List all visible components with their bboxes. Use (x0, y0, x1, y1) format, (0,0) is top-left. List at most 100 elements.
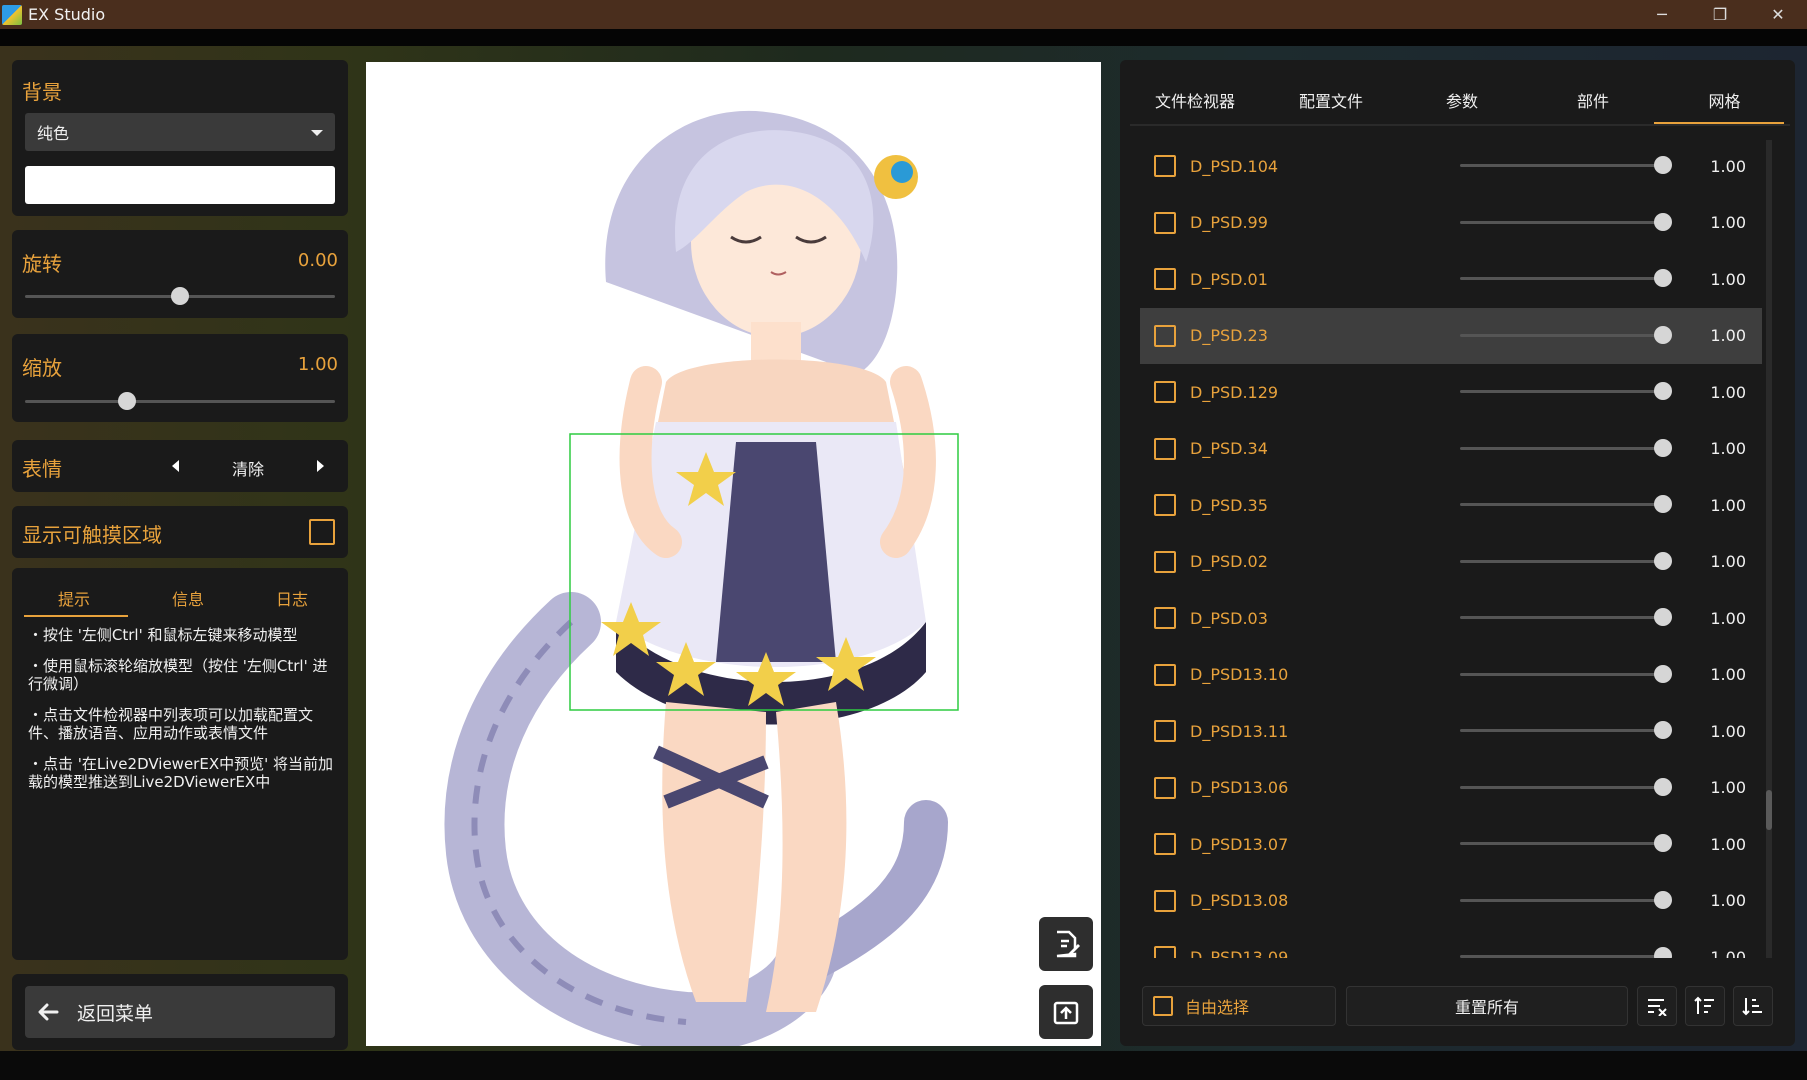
clear-filter-button[interactable] (1637, 986, 1677, 1026)
mesh-opacity-slider-thumb[interactable] (1654, 890, 1672, 909)
edit-document-icon (1056, 930, 1080, 958)
mesh-opacity-slider-thumb[interactable] (1654, 834, 1672, 852)
mesh-row-checkbox[interactable] (1154, 889, 1176, 912)
right-tabs: 文件检视器 配置文件 参数 部件 网格 (1120, 88, 1795, 112)
mesh-opacity-slider-thumb[interactable] (1654, 721, 1672, 739)
mesh-row-checkbox[interactable] (1154, 663, 1176, 686)
mesh-row-checkbox[interactable] (1154, 324, 1176, 347)
edit-config-button[interactable] (1039, 917, 1093, 971)
mesh-row[interactable]: D_PSD13.08 1.00 (1140, 873, 1762, 929)
tab-file-inspector[interactable]: 文件检视器 (1120, 88, 1270, 112)
mesh-row-checkbox[interactable] (1154, 946, 1176, 958)
background-color-picker[interactable] (25, 166, 335, 204)
mesh-opacity-slider-track[interactable] (1460, 446, 1672, 450)
mesh-opacity-slider-track[interactable] (1460, 955, 1672, 958)
mesh-opacity-slider-thumb[interactable] (1654, 156, 1672, 174)
mesh-row[interactable]: D_PSD13.07 1.00 (1140, 816, 1762, 872)
mesh-row[interactable]: D_PSD.34 1.00 (1140, 421, 1762, 477)
mesh-opacity-slider-track[interactable] (1460, 220, 1672, 224)
mesh-opacity-slider-track[interactable] (1460, 164, 1672, 167)
mesh-row-name: D_PSD13.07 (1190, 834, 1289, 854)
mesh-opacity-slider-thumb[interactable] (1654, 212, 1672, 231)
expression-prev-icon[interactable] (172, 460, 179, 472)
expression-next-icon[interactable] (317, 460, 324, 472)
scale-slider-thumb[interactable] (118, 392, 137, 410)
mesh-opacity-slider-track[interactable] (1460, 672, 1672, 676)
mesh-row-checkbox[interactable] (1154, 550, 1176, 573)
mesh-row[interactable]: D_PSD13.06 1.00 (1140, 760, 1762, 816)
back-to-menu-button[interactable]: 返回菜单 (25, 986, 335, 1038)
mesh-opacity-slider-track[interactable] (1460, 390, 1672, 393)
list-scrollbar-thumb[interactable] (1766, 790, 1772, 830)
mesh-row-value: 1.00 (1710, 156, 1746, 176)
tab-params[interactable]: 参数 (1392, 88, 1532, 112)
mesh-opacity-slider-track[interactable] (1460, 729, 1672, 732)
mesh-row-checkbox[interactable] (1154, 720, 1176, 742)
mesh-opacity-slider-thumb[interactable] (1654, 947, 1672, 958)
maximize-button[interactable]: ❐ (1691, 0, 1749, 29)
mesh-opacity-slider-track[interactable] (1460, 333, 1672, 337)
mesh-row[interactable]: D_PSD.35 1.00 (1140, 477, 1762, 533)
model-viewer[interactable] (366, 62, 1101, 1053)
mesh-opacity-slider-thumb[interactable] (1654, 608, 1672, 626)
mesh-row-checkbox[interactable] (1154, 381, 1176, 403)
mesh-opacity-slider-thumb[interactable] (1654, 438, 1672, 457)
scale-slider-track[interactable] (25, 400, 335, 403)
sort-ascending-button[interactable] (1685, 986, 1725, 1026)
back-card: 返回菜单 (12, 974, 348, 1050)
tab-parts[interactable]: 部件 (1532, 88, 1654, 112)
tab-hints[interactable]: 提示 (12, 586, 136, 610)
mesh-row-checkbox[interactable] (1154, 776, 1176, 799)
tab-info[interactable]: 信息 (136, 586, 240, 610)
close-button[interactable]: ✕ (1749, 0, 1807, 29)
title-bar: EX Studio ─ ❐ ✕ (0, 0, 1807, 29)
mesh-opacity-slider-thumb[interactable] (1654, 551, 1672, 570)
push-to-viewer-button[interactable] (1039, 985, 1093, 1039)
mesh-row-checkbox[interactable] (1154, 607, 1176, 629)
free-select-checkbox[interactable] (1153, 996, 1173, 1016)
tab-log[interactable]: 日志 (240, 586, 344, 610)
mesh-opacity-slider-thumb[interactable] (1654, 382, 1672, 400)
touch-area-checkbox[interactable] (309, 519, 335, 545)
mesh-row[interactable]: D_PSD13.09 1.00 (1140, 929, 1762, 958)
tab-config[interactable]: 配置文件 (1270, 88, 1392, 112)
mesh-row[interactable]: D_PSD.01 1.00 (1140, 251, 1762, 307)
mesh-row-checkbox[interactable] (1154, 437, 1176, 460)
mesh-row-checkbox[interactable] (1154, 494, 1176, 516)
free-select-toggle[interactable]: 自由选择 (1142, 986, 1336, 1026)
mesh-opacity-slider-track[interactable] (1460, 898, 1672, 902)
mesh-row-checkbox[interactable] (1154, 268, 1176, 290)
tab-mesh[interactable]: 网格 (1654, 88, 1795, 112)
mesh-row[interactable]: D_PSD13.10 1.00 (1140, 647, 1762, 703)
list-scrollbar[interactable] (1766, 140, 1772, 958)
mesh-opacity-slider-track[interactable] (1460, 842, 1672, 845)
hint-item: ・点击 '在Live2DViewerEX中预览' 将当前加载的模型推送到Live… (28, 755, 333, 791)
mesh-row-checkbox[interactable] (1154, 155, 1176, 177)
mesh-row[interactable]: D_PSD.104 1.00 (1140, 138, 1762, 194)
mesh-row[interactable]: D_PSD.129 1.00 (1140, 364, 1762, 420)
mesh-row[interactable]: D_PSD.99 1.00 (1140, 195, 1762, 251)
mesh-row[interactable]: D_PSD.03 1.00 (1140, 590, 1762, 646)
mesh-opacity-slider-thumb[interactable] (1654, 495, 1672, 513)
mesh-row[interactable]: D_PSD.23 1.00 (1140, 307, 1762, 364)
mesh-row-checkbox[interactable] (1154, 211, 1176, 234)
mesh-opacity-slider-thumb[interactable] (1654, 325, 1672, 344)
mesh-row-name: D_PSD.104 (1190, 156, 1279, 176)
reset-all-button[interactable]: 重置所有 (1346, 986, 1628, 1026)
mesh-opacity-slider-track[interactable] (1460, 559, 1672, 563)
mesh-opacity-slider-track[interactable] (1460, 503, 1672, 506)
sort-descending-button[interactable] (1733, 986, 1773, 1026)
rotation-slider-thumb[interactable] (171, 287, 189, 305)
mesh-opacity-slider-track[interactable] (1460, 785, 1672, 789)
background-mode-select[interactable]: 纯色 (25, 113, 335, 151)
mesh-row-checkbox[interactable] (1154, 833, 1176, 855)
mesh-row-name: D_PSD13.08 (1190, 891, 1289, 910)
mesh-opacity-slider-track[interactable] (1460, 616, 1672, 619)
minimize-button[interactable]: ─ (1633, 0, 1691, 29)
mesh-opacity-slider-thumb[interactable] (1654, 664, 1672, 683)
mesh-opacity-slider-thumb[interactable] (1654, 269, 1672, 287)
mesh-row[interactable]: D_PSD13.11 1.00 (1140, 703, 1762, 759)
mesh-opacity-slider-track[interactable] (1460, 277, 1672, 280)
mesh-row[interactable]: D_PSD.02 1.00 (1140, 534, 1762, 590)
mesh-opacity-slider-thumb[interactable] (1654, 777, 1672, 796)
